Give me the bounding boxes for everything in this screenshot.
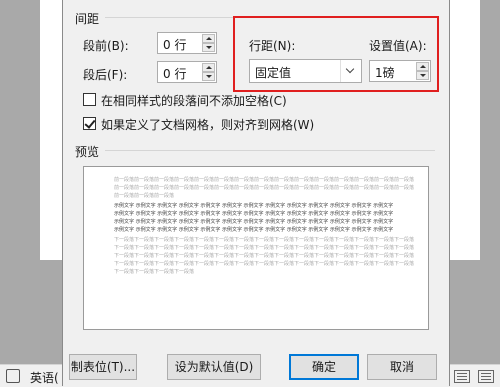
preview-prev-paragraph: 前一段落前一段落前一段落前一段落前一段落前一段落前一段落前一段落前一段落前一段落…: [114, 185, 415, 191]
after-up-arrow-icon[interactable]: [202, 63, 215, 72]
after-spacing-value: 0 行: [163, 67, 187, 81]
preview-next-paragraph: 下一段落下一段落下一段落下一段落: [114, 269, 195, 275]
before-spacing-stepper[interactable]: 0 行: [157, 32, 217, 54]
cancel-button[interactable]: 取消: [367, 354, 437, 380]
preview-box: 前一段落前一段落前一段落前一段落前一段落前一段落前一段落前一段落前一段落前一段落…: [83, 166, 429, 330]
red-highlight-box: [233, 16, 439, 92]
no-space-same-style-label[interactable]: 在相同样式的段落间不添加空格(C): [101, 92, 287, 109]
after-down-arrow-icon[interactable]: [202, 72, 215, 81]
preview-next-paragraph: 下一段落下一段落下一段落下一段落下一段落下一段落下一段落下一段落下一段落下一段落…: [114, 253, 415, 259]
snap-to-grid-label[interactable]: 如果定义了文档网格，则对齐到网格(W): [101, 116, 314, 133]
preview-next-paragraph: 下一段落下一段落下一段落下一段落下一段落下一段落下一段落下一段落下一段落下一段落…: [114, 261, 415, 267]
preview-next-paragraph: 下一段落下一段落下一段落下一段落下一段落下一段落下一段落下一段落下一段落下一段落…: [114, 237, 415, 243]
preview-sample-text: 示例文字 示例文字 示例文字 示例文字 示例文字 示例文字 示例文字 示例文字 …: [114, 227, 394, 233]
snap-to-grid-checkbox[interactable]: [83, 117, 96, 130]
preview-sample-text: 示例文字 示例文字 示例文字 示例文字 示例文字 示例文字 示例文字 示例文字 …: [114, 219, 394, 225]
language-indicator[interactable]: 英语(: [30, 369, 59, 386]
document-status-icon[interactable]: [6, 369, 20, 383]
preview-next-paragraph: 下一段落下一段落下一段落下一段落下一段落下一段落下一段落下一段落下一段落下一段落…: [114, 245, 415, 251]
print-layout-icon[interactable]: [478, 370, 494, 383]
before-up-arrow-icon[interactable]: [202, 34, 215, 43]
tabs-button[interactable]: 制表位(T)...: [69, 354, 137, 380]
after-label: 段后(F):: [83, 68, 128, 82]
preview-section-label: 预览: [75, 145, 100, 159]
preview-divider: [105, 150, 435, 151]
set-default-button[interactable]: 设为默认值(D): [167, 354, 261, 380]
read-mode-icon[interactable]: [454, 370, 470, 383]
preview-sample-text: 示例文字 示例文字 示例文字 示例文字 示例文字 示例文字 示例文字 示例文字 …: [114, 203, 394, 209]
before-label: 段前(B):: [83, 39, 129, 53]
preview-prev-paragraph: 前一段落前一段落前一段落前一段落前一段落前一段落前一段落前一段落前一段落前一段落…: [114, 177, 415, 183]
preview-prev-paragraph: 前一段落前一段落前一段落: [114, 193, 175, 199]
preview-sample-text: 示例文字 示例文字 示例文字 示例文字 示例文字 示例文字 示例文字 示例文字 …: [114, 211, 394, 217]
after-spacing-stepper[interactable]: 0 行: [157, 61, 217, 83]
no-space-same-style-checkbox[interactable]: [83, 93, 96, 106]
before-down-arrow-icon[interactable]: [202, 43, 215, 52]
spacing-section-label: 间距: [75, 12, 100, 26]
before-spacing-value: 0 行: [163, 38, 187, 52]
ok-button[interactable]: 确定: [289, 354, 359, 380]
